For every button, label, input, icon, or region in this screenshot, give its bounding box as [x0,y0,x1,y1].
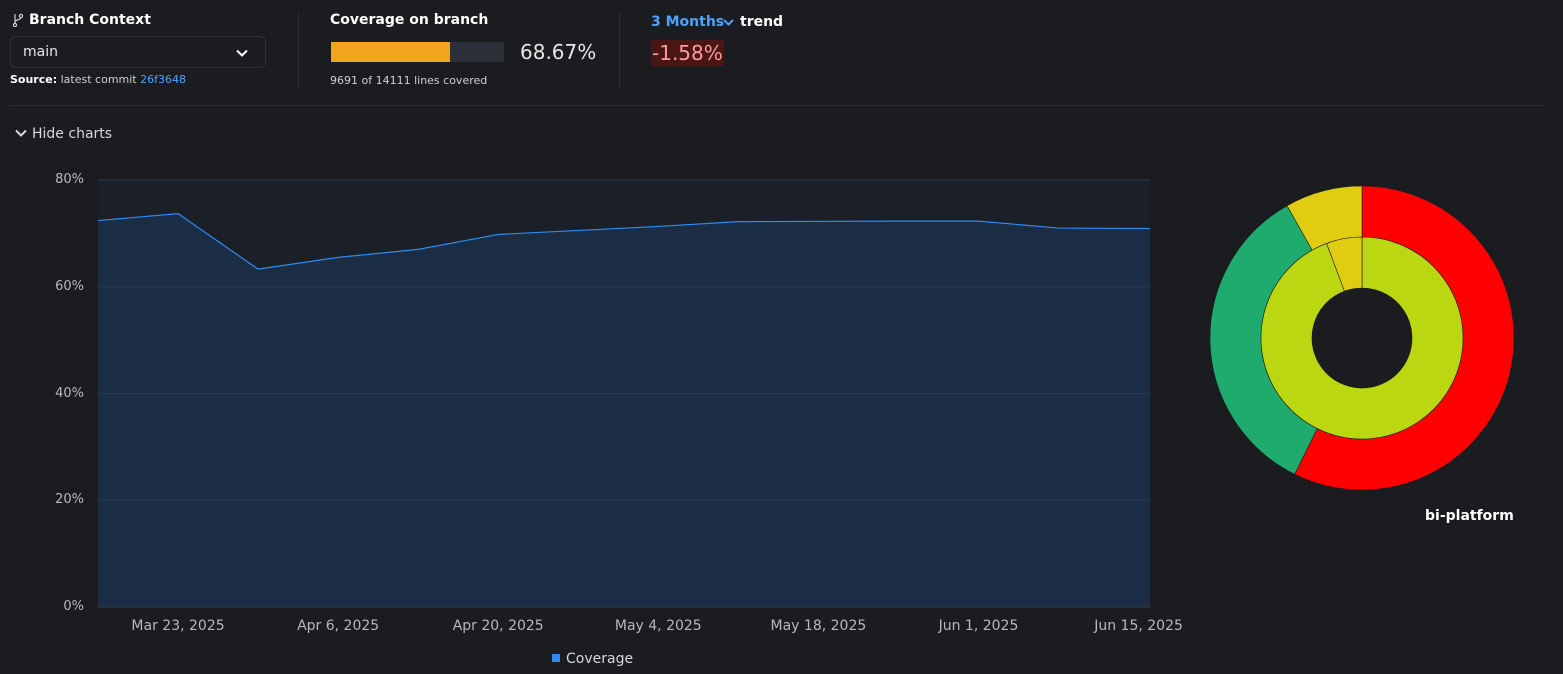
chevron-down-icon[interactable] [722,16,735,29]
header-divider [619,12,620,88]
y-tick-label: 60% [55,278,84,294]
header-divider [298,12,299,88]
chart-legend[interactable]: Coverage [552,651,633,667]
chevron-down-icon [15,129,27,137]
section-divider [10,105,1546,106]
branch-select-value: main [23,44,58,60]
x-tick-label: Apr 6, 2025 [297,618,380,634]
legend-label: Coverage [566,651,634,667]
sunburst-chart [1209,185,1515,491]
trend-label: trend [740,14,784,30]
x-tick-label: May 18, 2025 [770,618,867,634]
x-tick-label: May 4, 2025 [614,618,702,634]
x-tick-label: Jun 1, 2025 [938,618,1019,634]
hide-charts-label: Hide charts [32,126,113,142]
legend-swatch [552,654,560,662]
hide-charts-toggle[interactable]: Hide charts [14,126,112,142]
x-tick-label: Jun 15, 2025 [1094,618,1183,634]
y-tick-label: 40% [55,385,84,401]
git-branch-icon [12,13,24,27]
source-label: Source: [10,73,58,86]
commit-link[interactable]: 26f3648 [140,73,186,86]
x-tick-label: Apr 20, 2025 [452,618,544,634]
coverage-progress-bar [331,42,504,62]
coverage-area [98,213,1150,607]
y-tick-label: 0% [63,599,84,614]
source-text: latest commit [60,73,137,86]
trend-value: -1.58% [651,40,724,66]
coverage-area-chart [97,179,1151,608]
coverage-lines: 9691 of 14111 lines covered [330,74,488,87]
branch-select[interactable]: main [10,36,266,68]
coverage-percent: 68.67% [520,40,597,64]
y-tick-label: 80% [55,172,84,187]
x-tick-label: Mar 23, 2025 [131,618,225,634]
branch-context-title: Branch Context [29,12,151,28]
coverage-title: Coverage on branch [330,12,489,28]
y-tick-label: 20% [55,492,84,508]
chevron-down-icon [236,49,248,57]
trend-period-select[interactable]: 3 Months [651,14,724,30]
sunburst-label: bi-platform [1425,508,1514,524]
source-info: Source: latest commit 26f3648 [10,73,186,86]
coverage-progress-fill [331,42,450,62]
